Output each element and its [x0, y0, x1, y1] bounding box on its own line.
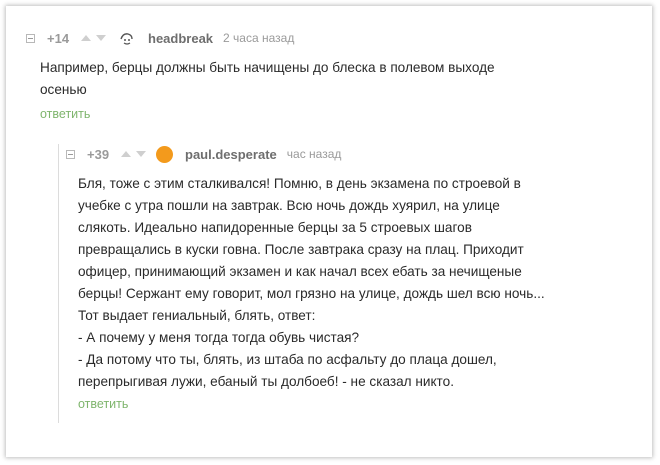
vote-controls	[121, 151, 146, 157]
reply-link[interactable]: ответить	[40, 107, 90, 121]
comment-line: Например, берцы должны быть начищены до …	[40, 60, 495, 75]
vote-controls	[81, 35, 106, 41]
comment-line: Бля, тоже с этим сталкивался! Помню, в д…	[78, 176, 521, 191]
comment-author[interactable]: headbreak	[148, 31, 213, 46]
comment-line: учебке с утра пошли на завтрак. Всю ночь…	[78, 198, 500, 213]
default-face-icon[interactable]	[118, 30, 136, 46]
comment-thread: +14 headbreak 2 часа назад Например, бер…	[6, 6, 652, 457]
comment-header: +14 headbreak 2 часа назад	[26, 28, 636, 48]
collapse-toggle-icon[interactable]	[26, 33, 35, 43]
downvote-arrow-icon[interactable]	[136, 151, 146, 157]
comment-text: Бля, тоже с этим сталкивался! Помню, в д…	[66, 173, 618, 393]
collapse-toggle-icon[interactable]	[66, 149, 75, 159]
comment-line: офицер, принимающий экзамен и как начал …	[78, 264, 522, 279]
comment-rating: +14	[47, 30, 70, 46]
upvote-arrow-icon[interactable]	[121, 151, 131, 157]
avatar[interactable]	[156, 145, 173, 163]
reply-link[interactable]: ответить	[78, 397, 128, 411]
comment-headbreak: +14 headbreak 2 часа назад Например, бер…	[26, 28, 636, 123]
comment-author[interactable]: paul.desperate	[185, 147, 277, 162]
comment-line: слякоть. Идеально напидоренные берцы за …	[78, 220, 472, 235]
downvote-arrow-icon[interactable]	[96, 35, 106, 41]
comment-paul-desperate: +39 paul.desperate час назад Бля, тоже с…	[58, 144, 626, 423]
comment-time[interactable]: 2 часа назад	[223, 31, 294, 45]
comment-text: Например, берцы должны быть начищены до …	[26, 57, 605, 101]
comment-line: - Да потому что ты, блять, из штаба по а…	[78, 352, 497, 367]
comment-line: - А почему у меня тогда тогда обувь чист…	[78, 330, 360, 345]
comment-time[interactable]: час назад	[287, 147, 342, 161]
comment-line: берцы! Сержант ему говорит, мол грязно н…	[78, 286, 545, 301]
comment-line: превращались в куски говна. После завтра…	[78, 242, 524, 257]
comment-line: осенью	[40, 82, 87, 97]
comment-rating: +39	[87, 146, 110, 162]
upvote-arrow-icon[interactable]	[81, 35, 91, 41]
comment-line: Тот выдает гениальный, блять, ответ:	[78, 308, 316, 323]
comment-line: перепрыгивая лужи, ебаный ты долбоеб! - …	[78, 374, 454, 389]
comment-header: +39 paul.desperate час назад	[66, 144, 626, 164]
